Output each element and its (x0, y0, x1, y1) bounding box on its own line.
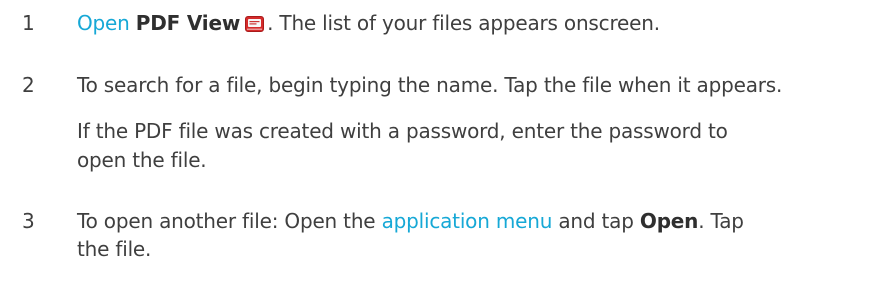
pdf-view-app-icon (245, 16, 265, 32)
step-3-intro: To open another file: Open the (77, 209, 382, 233)
open-menu-item-label: Open (639, 209, 699, 233)
open-link[interactable]: Open (77, 11, 130, 35)
step-2-text: To search for a file, begin typing the n… (77, 73, 783, 97)
application-menu-link[interactable]: application menu (382, 209, 553, 233)
step-3-connector: and tap (552, 209, 640, 233)
step-2-note-line-2: open the file. (77, 148, 207, 172)
app-name: PDF View (135, 11, 241, 35)
step-3-text-line-2: the file. (77, 237, 152, 261)
step-3-text: To open another file: Open the applicati… (77, 207, 744, 235)
step-1-text: Open PDF View . The list of your files a… (77, 9, 660, 37)
step-1-number: 1 (22, 11, 35, 35)
instruction-steps: 1 Open PDF View . The list of your files… (0, 0, 874, 292)
step-2-note-line-1: If the PDF file was created with a passw… (77, 119, 728, 143)
step-1-description: . The list of your files appears onscree… (267, 11, 660, 35)
step-2-number: 2 (22, 73, 35, 97)
step-3-number: 3 (22, 209, 35, 233)
step-3-tap: . Tap (698, 209, 744, 233)
